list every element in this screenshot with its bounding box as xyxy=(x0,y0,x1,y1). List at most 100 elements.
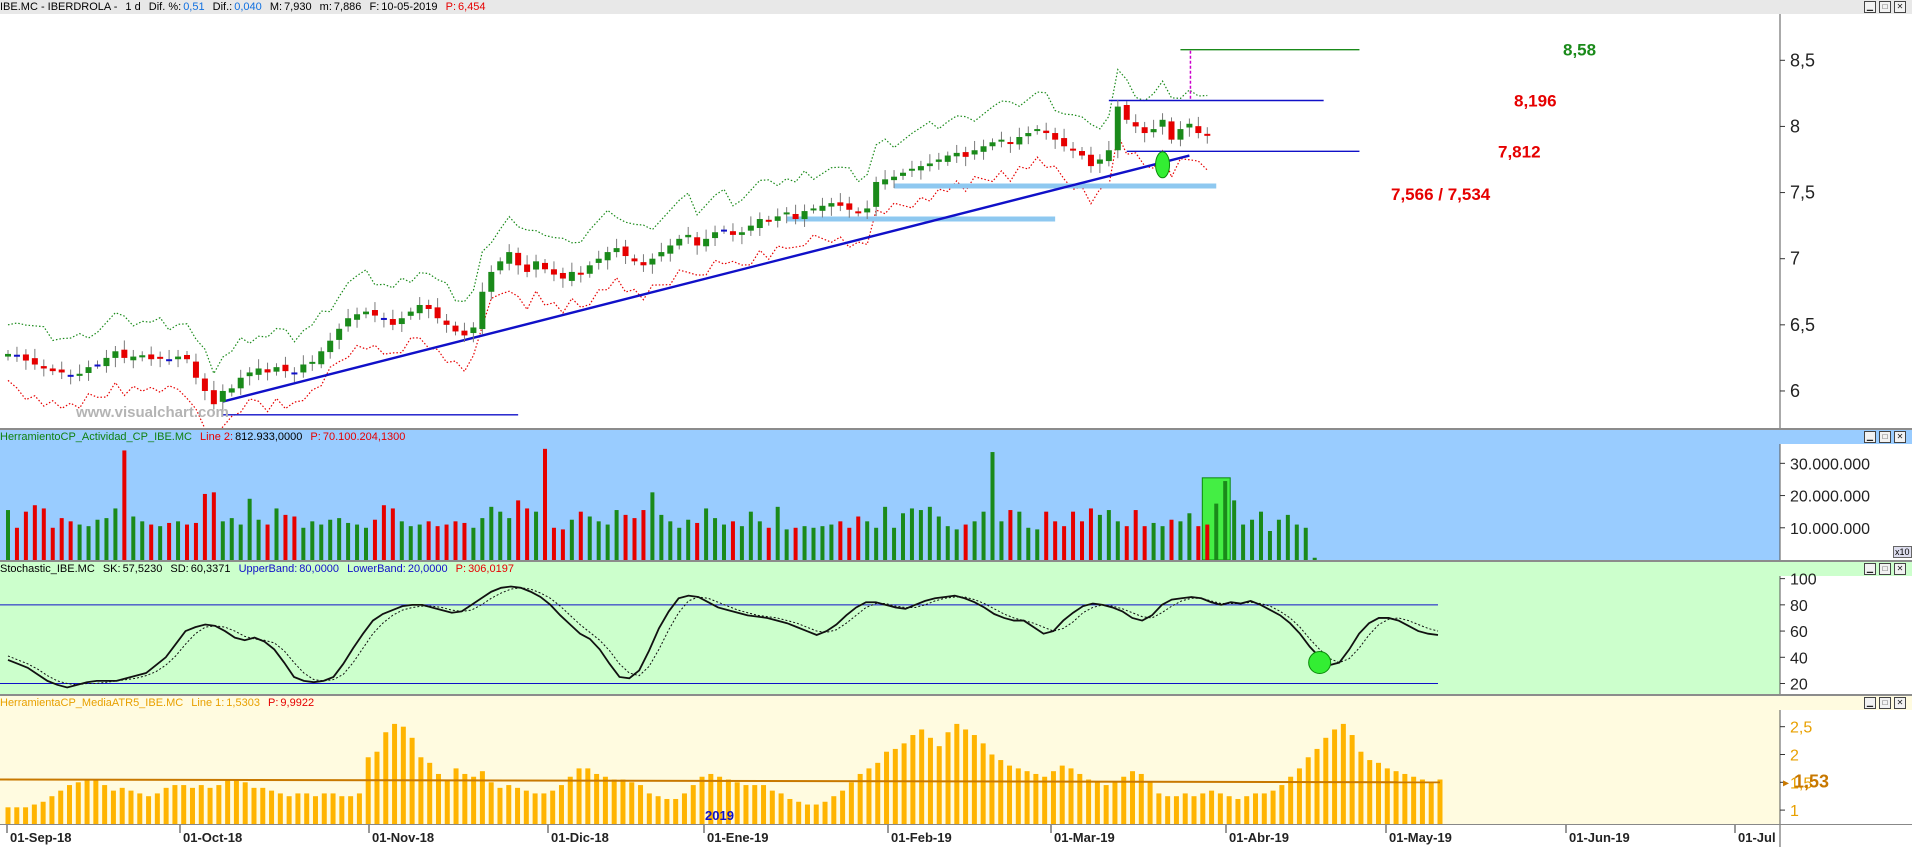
volume-bar xyxy=(999,521,1004,560)
atr-bar xyxy=(1059,765,1065,824)
atr-bar xyxy=(427,762,433,824)
volume-bar xyxy=(856,516,861,560)
atr-bar xyxy=(840,790,846,824)
candle-body xyxy=(542,262,548,270)
candle-body xyxy=(658,252,665,257)
candle-body xyxy=(309,361,316,364)
close-icon[interactable]: ✕ xyxy=(1894,697,1906,709)
candle-body xyxy=(685,234,692,238)
atr-bar xyxy=(444,779,450,824)
maximize-icon[interactable]: □ xyxy=(1879,1,1891,13)
candle-body xyxy=(747,225,754,231)
candle-body xyxy=(756,219,763,229)
volume-bar xyxy=(909,508,914,560)
candle-body xyxy=(1177,129,1184,140)
atr-bar xyxy=(1270,790,1276,824)
atr-bar xyxy=(233,779,239,824)
price-date-label: F: xyxy=(369,1,380,13)
candle-body xyxy=(1079,151,1085,156)
atr-bar xyxy=(383,732,389,824)
atr-bar xyxy=(1024,771,1030,824)
atr-bar xyxy=(892,748,898,824)
volume-pane[interactable]: 10.000.000 20.000.000 30.000.000 Herramien… xyxy=(0,430,1912,560)
volume-bar xyxy=(23,511,28,560)
y-tick-label: 6,5 xyxy=(1790,315,1815,335)
y-tick-label: 2,5 xyxy=(1790,720,1812,737)
candle-body xyxy=(1025,133,1032,137)
volume-header: HerramientoCP_Actividad_CP_IBE.MC Line 2… xyxy=(0,430,1912,444)
candle-body xyxy=(103,357,110,367)
atr-bar xyxy=(1437,779,1443,824)
volume-bar xyxy=(1294,524,1299,560)
volume-bar xyxy=(1097,514,1102,560)
maximize-icon[interactable]: □ xyxy=(1879,563,1891,575)
atr-bar xyxy=(1261,793,1267,824)
atr-bar xyxy=(102,785,108,824)
candle-body xyxy=(425,304,432,309)
volume-bar xyxy=(444,524,449,560)
atr-bar xyxy=(154,793,160,824)
candle-body xyxy=(85,367,92,373)
volume-bar xyxy=(14,527,19,560)
atr-bar xyxy=(1279,785,1285,824)
volume-line: 812.933,0000 xyxy=(235,431,303,443)
maximize-icon[interactable]: □ xyxy=(1879,431,1891,443)
atr-bar xyxy=(831,796,837,824)
close-icon[interactable]: ✕ xyxy=(1894,1,1906,13)
volume-bar xyxy=(1303,527,1308,560)
volume-bar xyxy=(274,508,279,560)
atr-bar xyxy=(796,801,802,824)
atr-bar xyxy=(304,793,310,824)
stochastic-window-controls: ▁ □ ✕ xyxy=(1864,563,1906,575)
x-tick-label: 01-Nov-18 xyxy=(372,830,434,845)
candle-body xyxy=(452,325,459,332)
atr-bar xyxy=(971,735,977,824)
close-icon[interactable]: ✕ xyxy=(1894,563,1906,575)
atr-pane[interactable]: 1 1,5 2 2,5 ▸ 1,53 2019 HerramientaCP_MediaATR… xyxy=(0,696,1912,824)
x-tick-label: 01-Oct-18 xyxy=(183,830,242,845)
candle-body xyxy=(264,369,271,373)
atr-bar xyxy=(1130,771,1136,824)
close-icon[interactable]: ✕ xyxy=(1894,431,1906,443)
volume-bar xyxy=(140,521,145,560)
volume-bar xyxy=(292,516,297,560)
atr-bar xyxy=(462,773,468,824)
minimize-icon[interactable]: ▁ xyxy=(1864,1,1876,13)
atr-bar xyxy=(1235,798,1241,824)
candle-body xyxy=(515,252,522,266)
candle-body xyxy=(416,304,423,314)
price-dif: 0,040 xyxy=(234,1,262,13)
candle-body xyxy=(5,353,11,357)
candle-body xyxy=(640,262,647,266)
volume-bar xyxy=(954,529,959,560)
volume-bar xyxy=(1214,503,1219,560)
volume-bar xyxy=(1241,524,1246,560)
atr-bar xyxy=(673,798,679,824)
volume-bar xyxy=(668,521,673,560)
atr-bar xyxy=(515,787,521,824)
volume-bar xyxy=(1124,526,1129,560)
volume-bar xyxy=(739,526,744,560)
candle-body xyxy=(398,318,405,325)
candle-body xyxy=(586,265,593,274)
atr-bar xyxy=(989,754,995,824)
atr-bar xyxy=(550,790,556,824)
price-pane[interactable]: 6 6,5 7 7,5 8 8,5 8,58 8,196 7,812 7,566 / 7,534 … xyxy=(0,0,1912,428)
atr-name: HerramientaCP_MediaATR5_IBE.MC xyxy=(0,697,184,709)
maximize-icon[interactable]: □ xyxy=(1879,697,1891,709)
y-tick-label: 20 xyxy=(1790,677,1808,694)
volume-bar xyxy=(1187,513,1192,560)
minimize-icon[interactable]: ▁ xyxy=(1864,431,1876,443)
atr-bar xyxy=(269,790,275,824)
minimize-icon[interactable]: ▁ xyxy=(1864,563,1876,575)
atr-bar xyxy=(49,796,55,824)
atr-bar xyxy=(1086,779,1092,824)
stochastic-pane[interactable]: 20 40 60 80 100 Stochastic_IBE.MC SK: 57,5230… xyxy=(0,562,1912,694)
atr-bar xyxy=(23,807,29,824)
minimize-icon[interactable]: ▁ xyxy=(1864,697,1876,709)
volume-bar xyxy=(892,527,897,560)
volume-bar xyxy=(1250,519,1255,560)
candle-body xyxy=(13,354,20,357)
volume-bar xyxy=(1232,500,1237,560)
volume-bar xyxy=(193,522,198,560)
